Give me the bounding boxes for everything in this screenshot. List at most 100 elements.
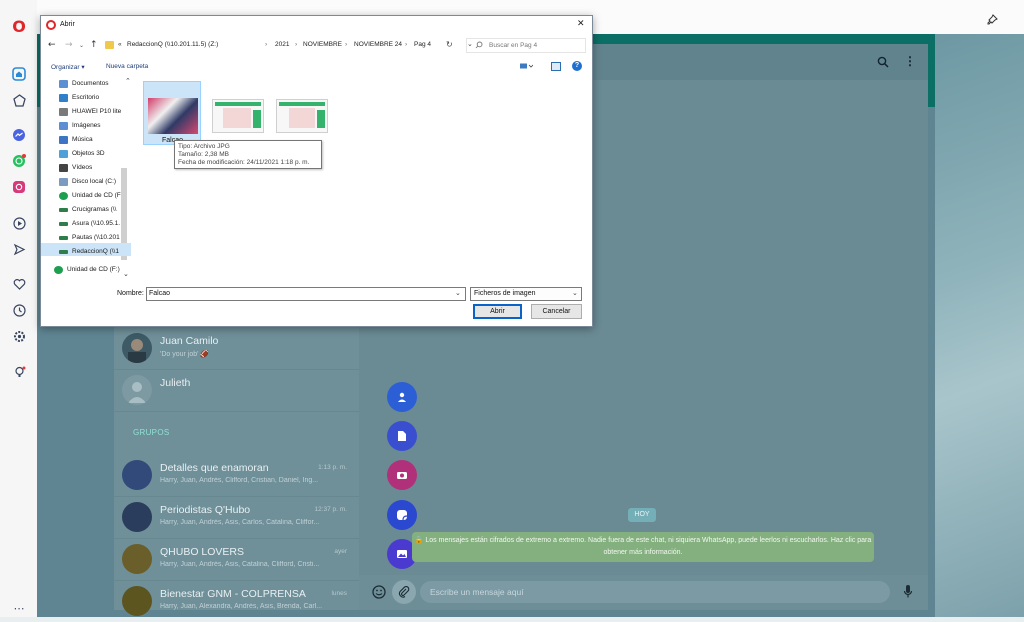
nav-item-redaccionq[interactable]: RedaccionQ (\\1 (59, 245, 144, 258)
messenger-icon[interactable] (9, 125, 29, 145)
chat-name: Julieth (160, 377, 191, 389)
up-arrow-icon[interactable]: ↑ (90, 40, 98, 50)
breadcrumb-segment[interactable]: RedaccionQ (\\10.201.11.5) (Z:) (127, 41, 218, 48)
microphone-icon[interactable] (903, 584, 913, 599)
chat-name: Detalles que enamoran (160, 462, 269, 474)
nav-item-pautas[interactable]: Pautas (\\10.201 (59, 231, 144, 244)
group-chat-item[interactable]: Detalles que enamoran 1:13 p. m. Harry, … (114, 454, 359, 497)
breadcrumb-segment[interactable]: NOVIEMBRE (303, 41, 342, 48)
group-chat-item[interactable]: Periodistas Q'Hubo 12:37 p. m. Harry, Ju… (114, 496, 359, 539)
message-input[interactable]: Escribe un mensaje aquí (420, 581, 890, 603)
emoji-icon[interactable] (372, 585, 386, 599)
file-item[interactable] (209, 81, 267, 145)
file-type-select[interactable]: Ficheros de imagen ⌄ (470, 287, 582, 301)
send-icon[interactable] (9, 239, 29, 259)
chat-item[interactable]: Juan Camilo 'Do your job' 🏈 (114, 327, 359, 370)
cancel-button[interactable]: Cancelar (531, 304, 582, 319)
3d-objects-icon (59, 149, 68, 158)
avatar (122, 333, 152, 363)
opera-logo-icon[interactable]: O (9, 16, 29, 36)
file-tooltip: Tipo: Archivo JPG Tamaño: 2,38 MB Fecha … (174, 140, 322, 169)
nav-item-asura[interactable]: Asura (\\10.95.1. (59, 217, 144, 230)
file-item[interactable] (273, 81, 331, 145)
document-icon (398, 431, 406, 441)
whatsapp-icon[interactable] (9, 151, 29, 171)
nav-item-documentos[interactable]: Documentos (59, 77, 144, 90)
avatar (122, 502, 152, 532)
nav-item-unidad-cd[interactable]: Unidad de CD (F (59, 189, 144, 202)
breadcrumb-segment[interactable]: NOVIEMBRE 24 (354, 41, 402, 48)
close-icon[interactable]: ✕ (577, 19, 585, 29)
chat-item[interactable]: Julieth (114, 369, 359, 412)
open-button[interactable]: Abrir (473, 304, 522, 319)
file-item[interactable]: Falcao (143, 81, 201, 145)
menu-dots-icon[interactable]: ⋮ (904, 54, 916, 68)
preview-pane-icon[interactable] (551, 62, 561, 71)
avatar (122, 460, 152, 490)
nav-item-videos[interactable]: Vídeos (59, 161, 144, 174)
breadcrumb-overflow[interactable]: « (118, 41, 122, 48)
contact-icon (398, 392, 406, 402)
breadcrumb-separator: › (265, 41, 268, 48)
nav-item-escritorio[interactable]: Escritorio (59, 91, 144, 104)
nav-item-objetos-3d[interactable]: Objetos 3D (59, 147, 144, 160)
speed-dial-icon[interactable] (9, 90, 29, 110)
sticker-icon (397, 510, 408, 521)
view-mode-icon[interactable] (519, 62, 533, 70)
player-icon[interactable] (9, 213, 29, 233)
date-chip: HOY (628, 508, 656, 522)
recent-chevron-icon[interactable]: ⌄ (79, 42, 84, 49)
group-chat-item[interactable]: QHUBO LOVERS ayer Harry, Juan, Andrés, A… (114, 538, 359, 581)
network-drive-icon (59, 235, 68, 240)
chat-name: QHUBO LOVERS (160, 546, 245, 558)
scroll-down-icon[interactable]: ⌄ (123, 270, 129, 278)
chat-last-message: Harry, Juan, Alexandra, Andrés, Asis, Br… (160, 603, 323, 610)
nav-item-crucigramas[interactable]: Crucigramas (\\ (59, 203, 144, 216)
avatar (122, 544, 152, 574)
nav-item-huawei[interactable]: HUAWEI P10 lite (59, 105, 144, 118)
tooltip-date: Fecha de modificación: 24/11/2021 1:18 p… (178, 159, 310, 166)
videos-icon (59, 163, 68, 172)
encryption-notice[interactable]: 🔒 Los mensajes están cifrados de extremo… (412, 532, 874, 562)
address-bar[interactable]: « RedaccionQ (\\10.201.11.5) (Z:) › 2021… (101, 37, 473, 54)
breadcrumb-segment[interactable]: 2021 (275, 41, 289, 48)
help-icon[interactable]: ? (572, 61, 582, 71)
nav-item-musica[interactable]: Música (59, 133, 144, 146)
forward-arrow-icon[interactable]: → (65, 40, 73, 50)
search-input[interactable]: Buscar en Pag 4 (466, 38, 586, 53)
chat-last-message: Harry, Juan, Andrés, Clifford, Cristian,… (160, 477, 319, 484)
history-icon[interactable] (9, 300, 29, 320)
avatar (122, 375, 152, 405)
heart-icon[interactable] (9, 274, 29, 294)
group-chat-item[interactable]: Bienestar GNM - COLPRENSA lunes Harry, J… (114, 580, 359, 622)
back-arrow-icon[interactable]: ← (48, 40, 56, 50)
filename-value: Falcao (149, 290, 171, 297)
home-icon[interactable] (9, 64, 29, 84)
new-folder-button[interactable]: Nueva carpeta (106, 63, 148, 70)
file-thumbnail-page (276, 99, 328, 133)
attach-camera-button[interactable] (387, 460, 417, 490)
file-type-value: Ficheros de imagen (474, 290, 536, 297)
attach-contact-button[interactable] (387, 382, 417, 412)
network-drive-icon (59, 249, 68, 254)
breadcrumb-segment[interactable]: Pag 4 (414, 41, 431, 48)
nav-item-unidad-cd-f[interactable]: Unidad de CD (F:) (54, 263, 134, 276)
instagram-icon[interactable] (9, 177, 29, 197)
hard-drive-icon (59, 177, 68, 186)
nav-item-imagenes[interactable]: Imágenes (59, 119, 144, 132)
tips-bulb-icon[interactable] (9, 362, 29, 382)
chat-name: Juan Camilo (160, 335, 219, 347)
more-icon[interactable]: ⋯ (9, 598, 29, 618)
attach-sticker-button[interactable] (387, 500, 417, 530)
attach-clip-icon[interactable] (392, 580, 416, 604)
settings-icon[interactable] (9, 326, 29, 346)
pin-icon[interactable] (987, 14, 998, 25)
attach-document-button[interactable] (387, 421, 417, 451)
organize-button[interactable]: Organizar ▾ (51, 63, 85, 71)
browser-sidebar: O ⋯ (0, 0, 38, 617)
nav-item-disco-local[interactable]: Disco local (C:) (59, 175, 144, 188)
filename-input[interactable]: Falcao ⌄ (146, 287, 466, 301)
search-icon[interactable] (877, 56, 889, 68)
refresh-icon[interactable]: ↻ (446, 40, 453, 49)
chevron-down-icon[interactable]: ⌄ (455, 289, 461, 297)
